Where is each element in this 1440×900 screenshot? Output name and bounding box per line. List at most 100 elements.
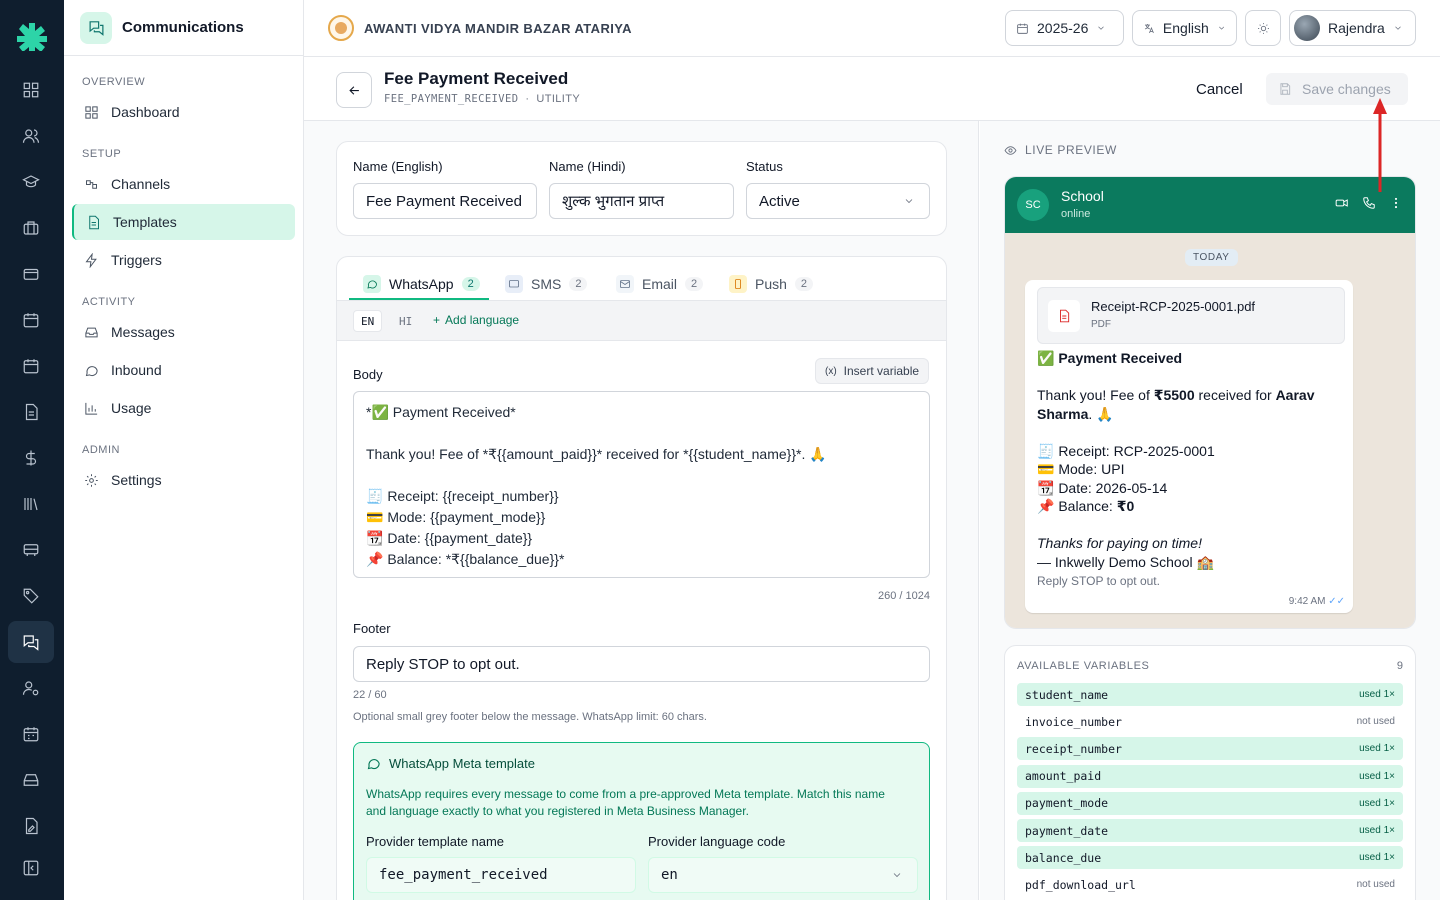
- sidebar-item-label: Messages: [111, 324, 175, 340]
- insert-variable-button[interactable]: (x) Insert variable: [815, 358, 930, 384]
- whatsapp-icon: [367, 759, 380, 770]
- mode-line: 💳 Mode: UPI: [1037, 461, 1125, 477]
- tab-email[interactable]: Email 2: [616, 275, 704, 293]
- chevron-down-icon: [1218, 26, 1224, 30]
- bar-chart-icon: [85, 402, 98, 415]
- status-select[interactable]: Active: [746, 183, 930, 219]
- message-title: ✅ Payment Received: [1037, 350, 1183, 366]
- meta-template-description: WhatsApp requires every message to come …: [366, 787, 885, 818]
- tab-count: 2: [685, 277, 704, 291]
- tab-push[interactable]: Push 2: [729, 275, 814, 293]
- page-header: Fee Payment Received FEE_PAYMENT_RECEIVE…: [304, 57, 1440, 121]
- provider-name-input[interactable]: fee_payment_received: [366, 857, 636, 893]
- variable-row[interactable]: invoice_number not used: [1017, 710, 1403, 733]
- footer-label: Footer: [353, 621, 391, 636]
- tab-sms[interactable]: SMS 2: [505, 275, 588, 293]
- communications-icon: [80, 11, 112, 44]
- tab-count: 2: [794, 277, 814, 291]
- editor-panel: Name (English) Fee Payment Received Name…: [304, 121, 979, 900]
- text-fragment: . 🙏: [1088, 405, 1114, 422]
- add-language-button[interactable]: + Add language: [433, 313, 519, 327]
- variables-card: AVAILABLE VARIABLES 9 student_name used 1…: [1004, 645, 1416, 900]
- sidebar-item-settings[interactable]: Settings: [72, 462, 295, 498]
- sidebar: Communications OVERVIEW Dashboard SETUP …: [64, 0, 304, 900]
- sms-icon: [505, 275, 523, 293]
- rail-file-edit-icon[interactable]: [8, 805, 54, 847]
- details-card: Name (English) Fee Payment Received Name…: [336, 141, 947, 236]
- rail-graduation-icon[interactable]: [8, 161, 54, 203]
- sidebar-item-label: Inbound: [111, 362, 162, 378]
- sidebar-item-messages[interactable]: Messages: [72, 314, 295, 350]
- variable-row[interactable]: student_name used 1×: [1017, 683, 1403, 706]
- meta-template-header: WhatsApp Meta template: [366, 756, 535, 771]
- rail-calendar-grid-icon[interactable]: [8, 713, 54, 755]
- rail-library-icon[interactable]: [8, 483, 54, 525]
- rail-card-icon[interactable]: [8, 253, 54, 295]
- rail-tag-icon[interactable]: [8, 575, 54, 617]
- provider-lang-select[interactable]: en: [648, 857, 918, 893]
- year-value: 2025-26: [1037, 20, 1089, 36]
- variable-row[interactable]: balance_due used 1×: [1017, 846, 1403, 870]
- sidebar-item-usage[interactable]: Usage: [72, 390, 295, 426]
- sidebar-item-inbound[interactable]: Inbound: [72, 352, 295, 388]
- contact-name: School: [1061, 188, 1104, 204]
- cancel-button[interactable]: Cancel: [1196, 81, 1243, 98]
- time-value: 9:42 AM: [1288, 596, 1326, 607]
- variable-usage: used 1×: [1359, 770, 1395, 782]
- phone-icon: [729, 275, 747, 293]
- tab-whatsapp[interactable]: WhatsApp 2: [363, 275, 480, 293]
- save-label: Save changes: [1302, 81, 1391, 97]
- sidebar-item-templates[interactable]: Templates: [72, 204, 295, 240]
- add-language-label: Add language: [445, 313, 520, 327]
- rail-bus-icon[interactable]: [8, 529, 54, 571]
- message-thanks-line: Thank you! Fee of ₹5500 received for Aar…: [1037, 386, 1337, 423]
- meta-separator: ·: [525, 93, 530, 105]
- rail-storage-icon[interactable]: [8, 759, 54, 801]
- rail-briefcase-icon[interactable]: [8, 207, 54, 249]
- variable-usage: used 1×: [1359, 689, 1395, 700]
- rail-users-icon[interactable]: [8, 115, 54, 157]
- variable-row[interactable]: pdf_download_url not used: [1017, 873, 1403, 896]
- contact-avatar: SC: [1017, 189, 1049, 221]
- rail-communications-icon[interactable]: [8, 621, 54, 663]
- back-button[interactable]: [336, 72, 372, 108]
- page-title: Fee Payment Received: [384, 69, 569, 88]
- eye-icon: [1004, 145, 1017, 155]
- app-logo-icon[interactable]: [17, 21, 47, 51]
- rail-user-settings-icon[interactable]: [8, 667, 54, 709]
- text-fragment: 📌 Balance:: [1037, 498, 1117, 514]
- user-name: Rajendra: [1328, 20, 1385, 36]
- name-en-label: Name (English): [353, 159, 443, 174]
- sidebar-item-channels[interactable]: Channels: [72, 166, 295, 202]
- message-footer: Reply STOP to opt out.: [1037, 574, 1160, 588]
- whatsapp-preview: SC School online TODAY Receipt-RCP-2025-…: [1004, 176, 1416, 629]
- language-selector[interactable]: English: [1132, 10, 1237, 46]
- year-selector[interactable]: 2025-26: [1005, 10, 1124, 46]
- language-bar: EN HI + Add language: [337, 300, 946, 341]
- theme-toggle[interactable]: [1245, 10, 1281, 46]
- variable-usage: used 1×: [1359, 797, 1395, 809]
- rail-dollar-icon[interactable]: [8, 437, 54, 479]
- variable-row[interactable]: payment_date used 1×: [1017, 819, 1403, 842]
- rail-calendar-check-icon[interactable]: [8, 345, 54, 387]
- name-hi-input[interactable]: शुल्क भुगतान प्राप्त: [549, 183, 734, 219]
- sidebar-item-triggers[interactable]: Triggers: [72, 242, 295, 278]
- footer-input[interactable]: Reply STOP to opt out.: [353, 646, 930, 682]
- rail-collapse-icon[interactable]: [8, 847, 54, 889]
- lang-hi-chip[interactable]: HI: [392, 310, 419, 332]
- annotation-arrow-icon: [1373, 98, 1387, 192]
- sidebar-item-dashboard[interactable]: Dashboard: [72, 94, 295, 130]
- user-menu[interactable]: Rajendra: [1289, 10, 1416, 46]
- footer-hint: Optional small grey footer below the mes…: [353, 711, 707, 723]
- school-logo: [328, 15, 354, 41]
- name-en-input[interactable]: Fee Payment Received: [353, 183, 537, 219]
- variable-row[interactable]: amount_paid used 1×: [1017, 764, 1403, 788]
- variable-row[interactable]: receipt_number used 1×: [1017, 737, 1403, 761]
- variable-row[interactable]: payment_mode used 1×: [1017, 791, 1403, 815]
- rail-calendar-icon[interactable]: [8, 299, 54, 341]
- tab-label: SMS: [531, 276, 562, 292]
- body-textarea[interactable]: *✅ Payment Received* Thank you! Fee of *…: [353, 391, 930, 578]
- rail-document-icon[interactable]: [8, 391, 54, 433]
- lang-en-chip[interactable]: EN: [353, 310, 383, 332]
- rail-dashboard-icon[interactable]: [8, 69, 54, 111]
